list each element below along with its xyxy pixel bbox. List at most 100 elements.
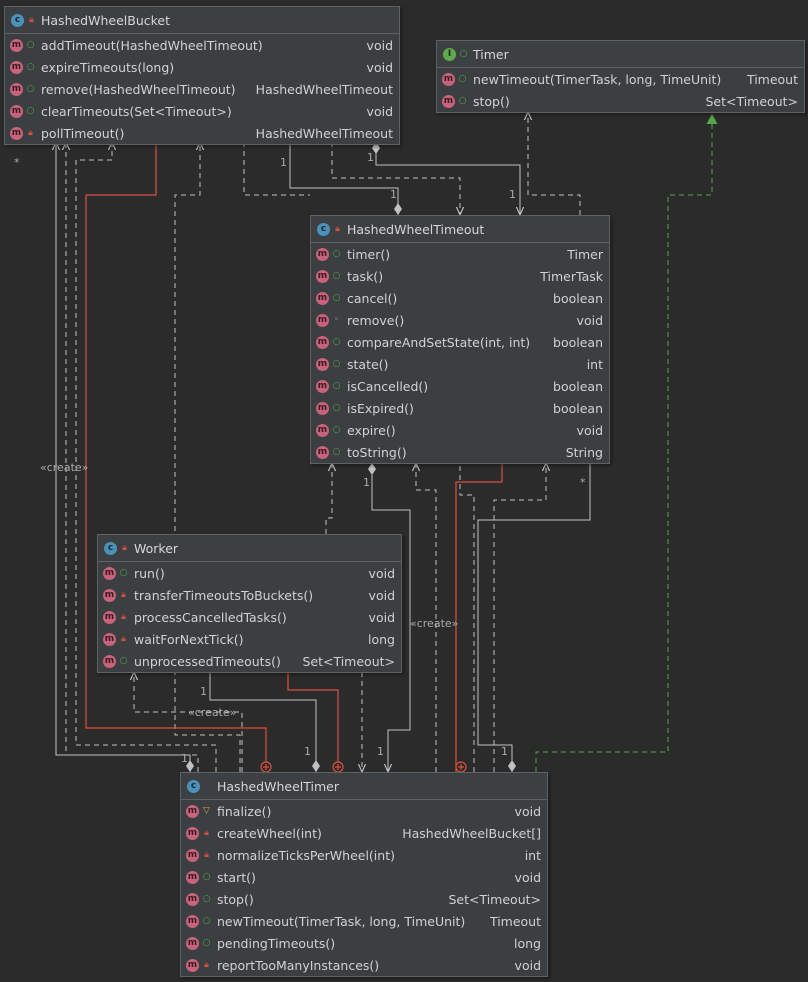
method-row[interactable]: m 🔒︎ processCancelledTasks() void <box>98 606 401 628</box>
method-icon: m <box>103 632 116 646</box>
class-header[interactable]: c 🔒︎ HashedWheelBucket <box>5 7 399 34</box>
method-row[interactable]: m ○ compareAndSetState(int, int) boolean <box>311 331 609 353</box>
method-row[interactable]: m 🔒︎ pollTimeout() HashedWheelTimeout <box>5 122 399 144</box>
method-icon: m <box>186 826 199 840</box>
method-return-type: Set<Timeout> <box>302 653 395 669</box>
method-row[interactable]: m ○ state() int <box>311 353 609 375</box>
class-header[interactable]: I ○ Timer <box>437 41 804 68</box>
method-icon: m <box>103 610 116 624</box>
method-return-type: Timeout <box>746 71 798 87</box>
method-icon: m <box>316 291 329 305</box>
multiplicity-label: 1 <box>367 151 374 164</box>
method-signature: task() <box>347 268 384 284</box>
public-visibility-icon: ○ <box>26 106 35 116</box>
method-icon: m <box>316 269 329 283</box>
public-visibility-icon: ○ <box>332 403 341 413</box>
method-row[interactable]: m ○ stop() Set<Timeout> <box>181 888 547 910</box>
class-hashed-wheel-timer[interactable]: c HashedWheelTimer m ▽ finalize() void m 🔒︎ cr… <box>180 772 548 977</box>
public-visibility-icon: ○ <box>332 447 341 457</box>
multiplicity-label: 1 <box>304 745 311 758</box>
method-signature: toString() <box>347 444 407 460</box>
class-header[interactable]: c HashedWheelTimer <box>181 773 547 800</box>
method-row[interactable]: m ○ toString() String <box>311 441 609 463</box>
private-lock-icon: 🔒︎ <box>335 224 340 234</box>
method-signature: finalize() <box>217 803 272 819</box>
multiplicity-label: 1 <box>501 745 508 758</box>
class-name: Worker <box>134 540 179 556</box>
inner-class-markers <box>260 761 467 773</box>
class-icon: c <box>317 222 330 236</box>
method-row[interactable]: m 🔒︎ transferTimeoutsToBuckets() void <box>98 584 401 606</box>
private-lock-icon: 🔒︎ <box>29 15 34 25</box>
method-row[interactable]: m ○ newTimeout(TimerTask, long, TimeUnit) T… <box>437 68 804 90</box>
method-signature: newTimeout(TimerTask, long, TimeUnit) <box>473 71 722 87</box>
method-row[interactable]: m ○ clearTimeouts(Set<Timeout>) void <box>5 100 399 122</box>
method-return-type: int <box>524 847 541 863</box>
class-hashed-wheel-timeout[interactable]: c 🔒︎ HashedWheelTimeout m ○ timer() Timer m ○… <box>310 215 610 464</box>
method-row[interactable]: m ○ cancel() boolean <box>311 287 609 309</box>
private-visibility-icon: 🔒︎ <box>28 128 33 138</box>
method-row[interactable]: m 🔒︎ createWheel(int) HashedWheelBucket[] <box>181 822 547 844</box>
interface-timer[interactable]: I ○ Timer m ○ newTimeout(TimerTask, long, … <box>436 40 805 113</box>
class-worker[interactable]: c 🔒︎ Worker m ○ run() void m 🔒︎ transferTimeou… <box>97 534 402 673</box>
method-signature: expireTimeouts(long) <box>41 59 175 75</box>
method-row[interactable]: m 🔒︎ normalizeTicksPerWheel(int) int <box>181 844 547 866</box>
class-icon: c <box>187 779 200 793</box>
method-return-type: void <box>514 869 541 885</box>
method-signature: reportTooManyInstances() <box>217 957 380 973</box>
class-header[interactable]: c 🔒︎ Worker <box>98 535 401 562</box>
method-return-type: void <box>514 957 541 973</box>
method-icon: m <box>186 804 199 818</box>
method-signature: run() <box>134 565 165 581</box>
method-row[interactable]: m 🔒︎ waitForNextTick() long <box>98 628 401 650</box>
method-row[interactable]: m ○ timer() Timer <box>311 243 609 265</box>
method-icon: m <box>186 848 199 862</box>
private-visibility-icon: 🔒︎ <box>121 634 126 644</box>
method-row[interactable]: m ○ run() void <box>98 562 401 584</box>
method-row[interactable]: m ○ addTimeout(HashedWheelTimeout) void <box>5 34 399 56</box>
method-row[interactable]: m ◦ remove() void <box>311 309 609 331</box>
method-row[interactable]: m ○ expireTimeouts(long) void <box>5 56 399 78</box>
method-row[interactable]: m ○ newTimeout(TimerTask, long, TimeUnit) T… <box>181 910 547 932</box>
method-signature: newTimeout(TimerTask, long, TimeUnit) <box>217 913 466 929</box>
method-row[interactable]: m 🔒︎ reportTooManyInstances() void <box>181 954 547 976</box>
method-icon: m <box>103 566 116 580</box>
method-signature: compareAndSetState(int, int) <box>347 334 531 350</box>
public-visibility-icon: ○ <box>26 84 35 94</box>
method-signature: expire() <box>347 422 396 438</box>
interface-icon: I <box>443 47 456 61</box>
public-visibility-icon: ○ <box>332 337 341 347</box>
public-visibility-icon: ○ <box>332 381 341 391</box>
method-row[interactable]: m ○ remove(HashedWheelTimeout) HashedWheelT… <box>5 78 399 100</box>
method-signature: remove() <box>347 312 405 328</box>
method-row[interactable]: m ○ start() void <box>181 866 547 888</box>
method-signature: unprocessedTimeouts() <box>134 653 281 669</box>
class-name: Timer <box>473 46 509 62</box>
method-icon: m <box>186 892 199 906</box>
public-visibility-icon: ○ <box>119 568 128 578</box>
public-visibility-icon: ○ <box>458 74 467 84</box>
method-signature: pendingTimeouts() <box>217 935 336 951</box>
method-row[interactable]: m ○ isCancelled() boolean <box>311 375 609 397</box>
method-row[interactable]: m ○ stop() Set<Timeout> <box>437 90 804 112</box>
class-header[interactable]: c 🔒︎ HashedWheelTimeout <box>311 216 609 243</box>
method-return-type: long <box>514 935 541 951</box>
class-hashed-wheel-bucket[interactable]: c 🔒︎ HashedWheelBucket m ○ addTimeout(Hash… <box>4 6 400 145</box>
package-visibility-icon: ◦ <box>333 315 340 325</box>
method-return-type: int <box>586 356 603 372</box>
method-return-type: void <box>366 59 393 75</box>
method-row[interactable]: m ○ unprocessedTimeouts() Set<Timeout> <box>98 650 401 672</box>
method-row[interactable]: m ○ pendingTimeouts() long <box>181 932 547 954</box>
public-icon: ○ <box>459 49 468 59</box>
method-icon: m <box>316 401 329 415</box>
multiplicity-label: 1 <box>377 745 384 758</box>
method-icon: m <box>10 82 23 96</box>
method-row[interactable]: m ○ task() TimerTask <box>311 265 609 287</box>
method-row[interactable]: m ▽ finalize() void <box>181 800 547 822</box>
method-row[interactable]: m ○ expire() void <box>311 419 609 441</box>
method-row[interactable]: m ○ isExpired() boolean <box>311 397 609 419</box>
create-label: «create» <box>188 706 237 719</box>
method-signature: isCancelled() <box>347 378 429 394</box>
method-signature: pollTimeout() <box>41 125 125 141</box>
method-return-type: void <box>576 422 603 438</box>
